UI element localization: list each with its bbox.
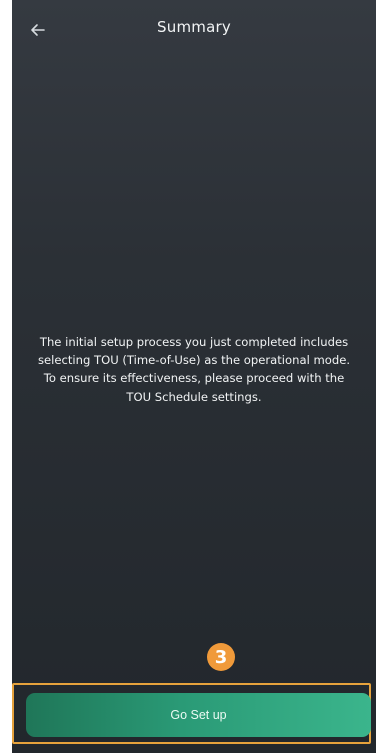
setup-summary-message: The initial setup process you just compl…: [37, 335, 351, 404]
go-set-up-button[interactable]: Go Set up: [26, 693, 371, 737]
page-title: Summary: [157, 18, 231, 36]
app-screen: Summary The initial setup process you ju…: [12, 0, 376, 753]
header: Summary: [12, 0, 376, 60]
step-number-badge: 3: [207, 643, 235, 671]
